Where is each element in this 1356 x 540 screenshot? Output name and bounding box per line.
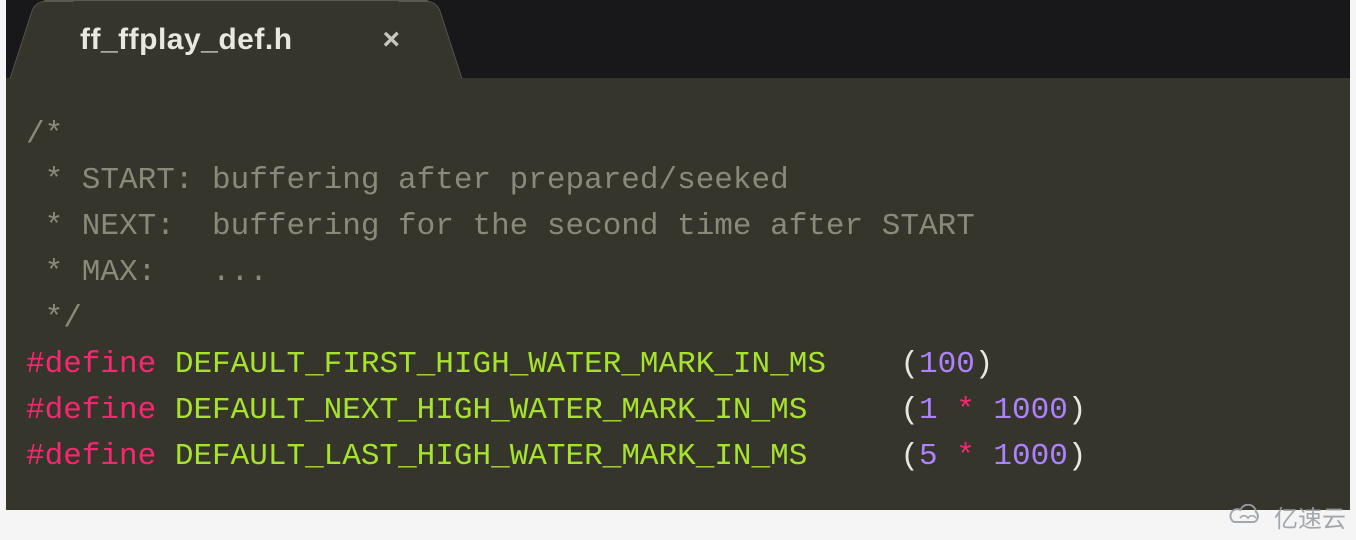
- cloud-icon: [1226, 504, 1266, 530]
- code-define-line: #define DEFAULT_NEXT_HIGH_WATER_MARK_IN_…: [26, 388, 1350, 434]
- code-comment-line: * NEXT: buffering for the second time af…: [26, 204, 1350, 250]
- code-define-line: #define DEFAULT_FIRST_HIGH_WATER_MARK_IN…: [26, 342, 1350, 388]
- tab-file[interactable]: ff_ffplay_def.h ×: [44, 0, 428, 78]
- code-comment-line: * MAX: ...: [26, 250, 1350, 296]
- editor-window: ff_ffplay_def.h × /* * START: buffering …: [6, 0, 1350, 510]
- code-comment-line: * START: buffering after prepared/seeked: [26, 158, 1350, 204]
- watermark-text: 亿速云: [1274, 499, 1346, 534]
- watermark: 亿速云: [1226, 499, 1346, 534]
- code-area[interactable]: /* * START: buffering after prepared/see…: [6, 78, 1350, 510]
- close-icon[interactable]: ×: [383, 23, 401, 57]
- code-comment-line: */: [26, 296, 1350, 342]
- tab-filename: ff_ffplay_def.h: [80, 23, 293, 57]
- code-comment-line: /*: [26, 112, 1350, 158]
- code-define-line: #define DEFAULT_LAST_HIGH_WATER_MARK_IN_…: [26, 434, 1350, 480]
- tab-bar: ff_ffplay_def.h ×: [6, 0, 1350, 78]
